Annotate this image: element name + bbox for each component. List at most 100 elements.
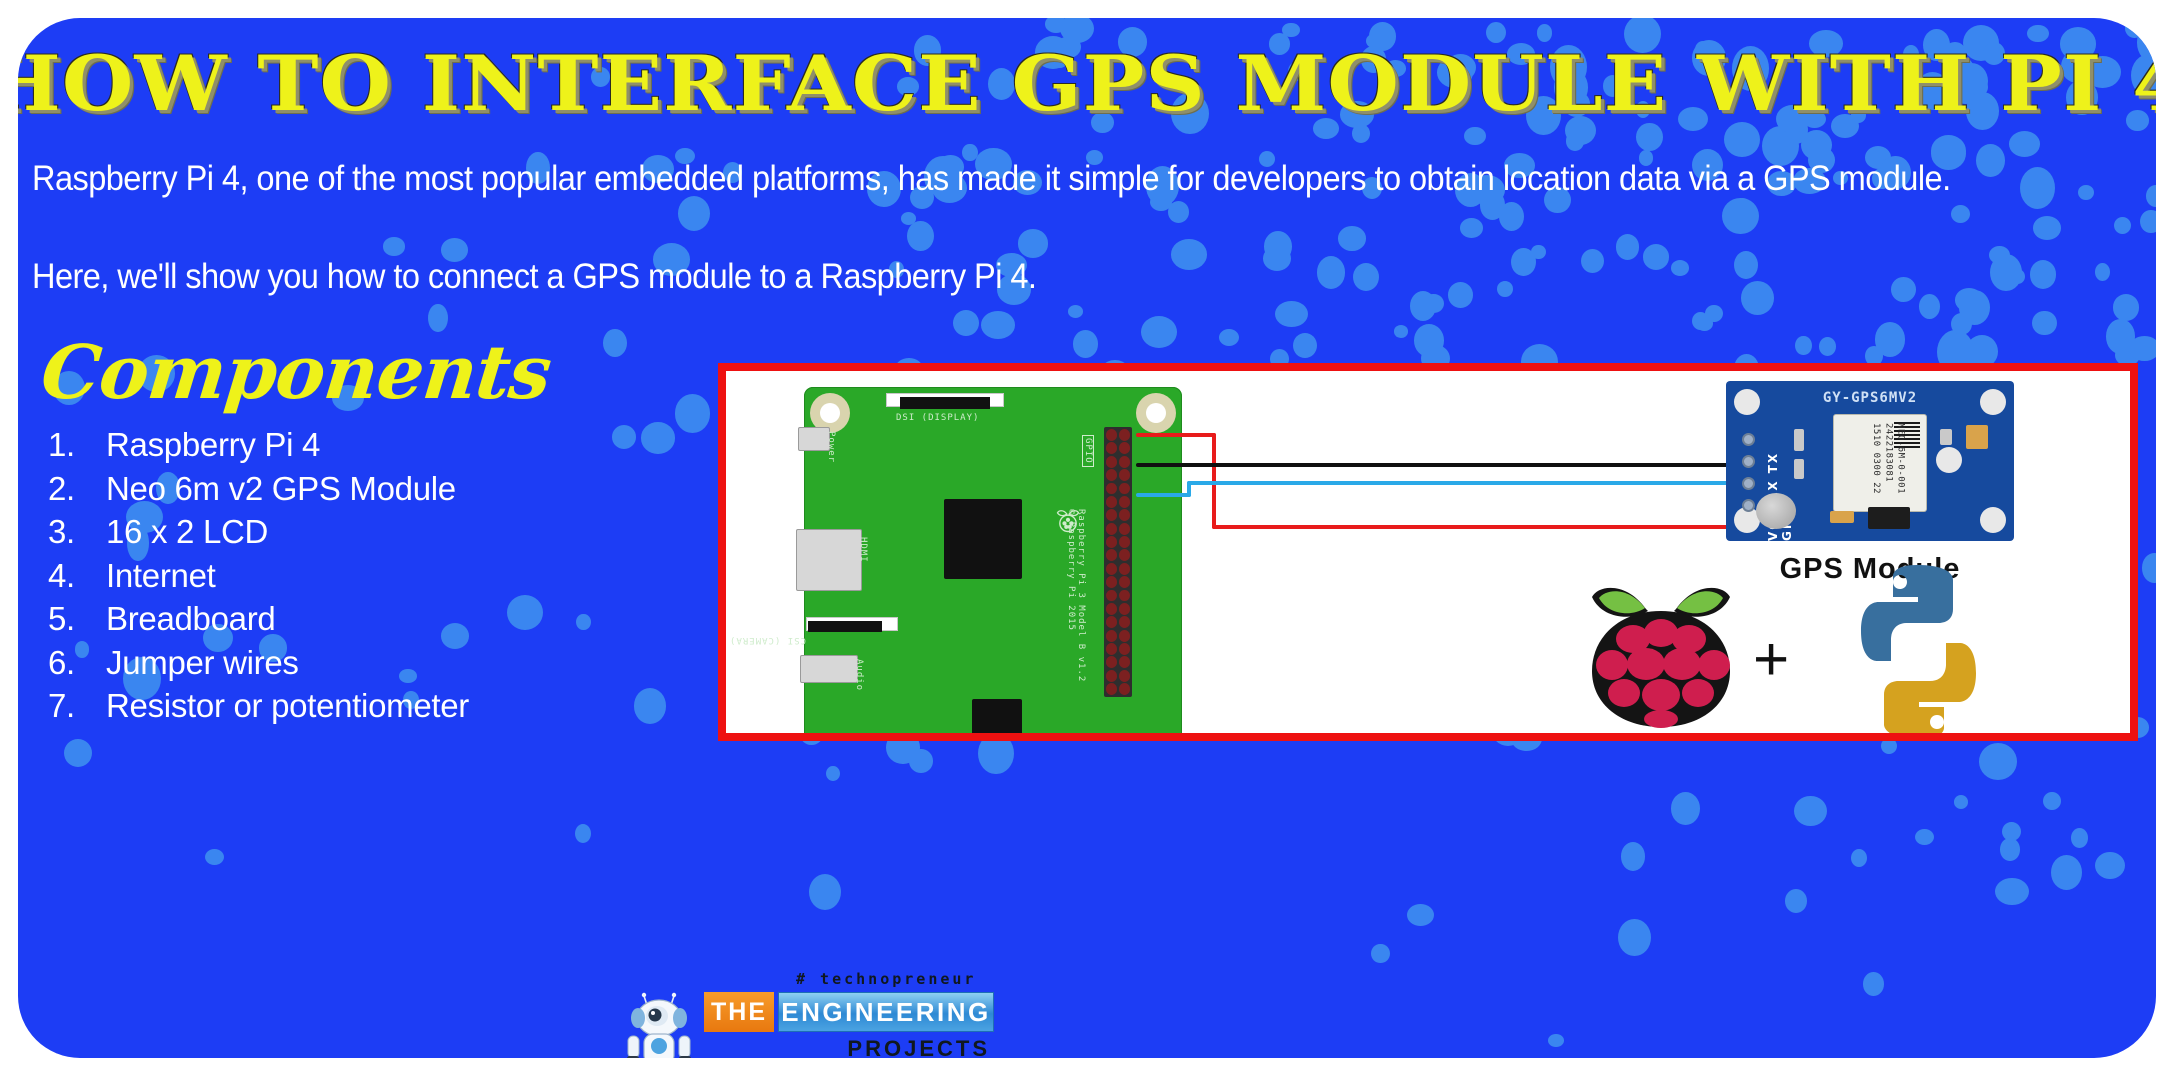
gps-mounting-hole	[1980, 507, 2006, 533]
decorative-dot	[1999, 838, 2020, 861]
vcc-wire-segment-c	[1212, 525, 1742, 529]
decorative-dot	[575, 823, 592, 843]
decorative-dot	[2019, 166, 2056, 210]
gpio-pin	[1118, 509, 1130, 522]
gpio-pin	[1106, 656, 1118, 669]
decorative-dot	[2010, 269, 2025, 285]
list-item: 2. Neo 6m v2 GPS Module	[36, 472, 656, 516]
gpio-pin	[1106, 522, 1118, 535]
decorative-dot	[1959, 290, 1991, 325]
gpio-pin	[1106, 455, 1118, 468]
decorative-dot	[1722, 197, 1760, 235]
decorative-dot	[1459, 218, 1483, 239]
decorative-dot	[1464, 126, 1486, 146]
gps-board-title: GY-GPS6MV2	[1822, 390, 1918, 406]
decorative-dot	[2106, 319, 2136, 354]
list-item: 7. Resistor or potentiometer	[36, 689, 656, 733]
gpio-pin	[1106, 469, 1118, 481]
gpio-pin	[1118, 576, 1130, 588]
gpio-pin	[1106, 589, 1118, 602]
silk-csi: CSI (CAMERA)	[728, 635, 806, 645]
decorative-dot	[1338, 226, 1366, 251]
decorative-dot	[1851, 849, 1868, 867]
decorative-dot	[909, 749, 934, 773]
decorative-dot	[1732, 197, 1752, 220]
decorative-dot	[1293, 333, 1317, 359]
decorative-dot	[1017, 229, 1049, 258]
gps-pad-tx	[1742, 455, 1755, 468]
gpio-pin	[1118, 669, 1130, 682]
gps-pin-pads	[1742, 433, 1755, 521]
decorative-dot	[1496, 280, 1514, 297]
decorative-dot	[1800, 130, 1832, 161]
decorative-dot	[677, 195, 711, 231]
gpio-pin	[1106, 442, 1118, 455]
decorative-dot	[2070, 827, 2089, 848]
list-item-label: Raspberry Pi 4	[106, 426, 321, 463]
gpio-header	[1104, 427, 1132, 697]
gpio-pin	[1106, 429, 1118, 441]
decorative-dot	[1740, 281, 1774, 316]
silk-hdmi: HDMI	[858, 537, 868, 563]
decorative-dot	[1282, 22, 1301, 38]
gnd-wire	[1136, 463, 1746, 467]
dsi-connector-pins	[900, 397, 990, 409]
decorative-dot	[1863, 972, 1884, 996]
intro-paragraph-2: Here, we'll show you how to connect a GP…	[32, 257, 1037, 296]
python-logo-icon	[1861, 565, 1976, 733]
decorative-dot	[2094, 263, 2110, 281]
decorative-dot	[1218, 328, 1240, 347]
brand-logo: # technopreneur THE ENGINEERING PROJECTS	[616, 970, 996, 1058]
components-list: 1. Raspberry Pi 4 2. Neo 6m v2 GPS Module 3.…	[36, 428, 656, 733]
gpio-pin	[1118, 482, 1130, 495]
decorative-dot	[825, 765, 840, 782]
decorative-dot	[1499, 202, 1524, 232]
gps-module-board: GY-GPS6MV2 VCC RX TX GND	[1726, 381, 2014, 541]
gps-pad-gnd	[1742, 433, 1755, 446]
decorative-dot	[1511, 247, 1537, 276]
gps-eeprom-chip	[1868, 507, 1910, 529]
decorative-dot	[1875, 322, 1906, 357]
logo-wordmark: # technopreneur THE ENGINEERING PROJECTS	[704, 970, 994, 1058]
decorative-dot	[1530, 244, 1546, 260]
decorative-dot	[1670, 792, 1701, 826]
gps-backup-battery	[1756, 493, 1796, 529]
decorative-dot	[1692, 311, 1710, 331]
gpio-pin	[1118, 656, 1130, 669]
neo-chip-line-2: 2422183081	[1883, 423, 1894, 483]
gpio-pin	[1118, 562, 1130, 575]
gps-pad-vcc	[1742, 499, 1755, 512]
list-item: 3. 16 x 2 LCD	[36, 515, 656, 559]
gps-status-led	[1966, 425, 1988, 449]
silk-copyright: © Raspberry Pi 2015	[1066, 509, 1076, 631]
list-item-number: 1.	[48, 426, 75, 463]
decorative-dot	[1448, 282, 1473, 308]
intro-paragraph-1: Raspberry Pi 4, one of the most popular …	[32, 159, 1951, 198]
gpio-pin	[1106, 549, 1118, 562]
decorative-dot	[1793, 795, 1827, 827]
decorative-dot	[1978, 743, 2017, 781]
decorative-dot	[1393, 324, 1409, 338]
decorative-dot	[1891, 277, 1916, 302]
gpio-pin	[1106, 683, 1118, 695]
decorative-dot	[2128, 335, 2156, 361]
poster-root: HOW TO INTERFACE GPS MODULE WITH PI 4 Ra…	[0, 0, 2174, 1080]
gpio-pin	[1106, 536, 1118, 548]
list-item: 4. Internet	[36, 559, 656, 603]
tx-wire-segment-c	[1187, 481, 1742, 485]
decorative-dot	[1275, 301, 1309, 328]
raspberry-pi-logo-icon	[1592, 587, 1730, 728]
neo-chip-line-1: NEO-6M-0-001	[1895, 423, 1906, 495]
gpio-pin	[1118, 616, 1130, 629]
gpio-pin	[1106, 495, 1118, 508]
decorative-dot	[2078, 184, 2095, 200]
decorative-dot	[1548, 1034, 1565, 1047]
list-item-label: Internet	[106, 556, 216, 594]
decorative-dot	[1422, 294, 1444, 314]
decorative-dot	[1784, 888, 1808, 914]
silk-gpio: GPIO	[1082, 435, 1094, 467]
hdmi-port	[796, 529, 862, 591]
decorative-dot	[1264, 231, 1293, 262]
decorative-dot	[1951, 312, 1972, 336]
list-item-label: Resistor or potentiometer	[106, 687, 469, 724]
